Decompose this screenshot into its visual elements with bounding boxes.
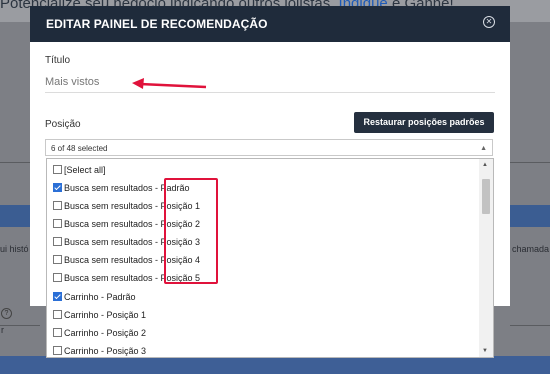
option-label: Carrinho - Posição 3 (64, 346, 147, 356)
checkbox-icon[interactable] (53, 310, 62, 319)
background-bottom-band (0, 356, 550, 374)
list-item[interactable]: Carrinho - Posição 1 (53, 307, 146, 324)
titulo-underline (45, 92, 495, 93)
titulo-label: Título (45, 55, 71, 66)
select-summary: 6 of 48 selected (51, 144, 108, 153)
list-item[interactable]: Carrinho - Padrão (53, 289, 136, 306)
background-bottom-text: r (1, 325, 4, 335)
position-multiselect[interactable]: 6 of 48 selected ▲ (45, 139, 493, 156)
titulo-input[interactable]: Mais vistos (45, 76, 99, 88)
background-left-text: ui histó (0, 244, 29, 254)
modal-header: EDITAR PAINEL DE RECOMENDAÇÃO ✕ (30, 6, 510, 42)
background-right-text: chamada (512, 244, 550, 254)
list-item[interactable]: Carrinho - Posição 3 (53, 343, 147, 357)
posicao-label: Posição (45, 119, 81, 130)
option-label: Carrinho - Posição 1 (64, 310, 147, 320)
option-select-all[interactable]: [Select all] (53, 162, 106, 179)
background-divider (510, 325, 550, 326)
checkbox-icon[interactable] (53, 201, 62, 210)
option-label: Carrinho - Padrão (64, 292, 136, 302)
list-item[interactable]: Carrinho - Posição 2 (53, 325, 146, 342)
scrollbar-thumb[interactable] (482, 179, 490, 214)
caret-up-icon: ▲ (480, 145, 487, 152)
option-label: Carrinho - Posição 2 (64, 328, 147, 338)
checkbox-icon[interactable] (53, 346, 62, 355)
checkbox-icon[interactable] (53, 255, 62, 264)
background-divider (510, 162, 550, 163)
checkbox-icon[interactable] (53, 328, 62, 337)
help-icon: ? (1, 308, 12, 319)
option-label: [Select all] (64, 165, 106, 175)
scroll-up-icon[interactable]: ▲ (482, 162, 488, 168)
restore-default-positions-button[interactable]: Restaurar posições padrões (354, 112, 494, 133)
checkbox-checked-icon[interactable] (53, 183, 62, 192)
checkbox-icon[interactable] (53, 219, 62, 228)
modal-title: EDITAR PAINEL DE RECOMENDAÇÃO (46, 17, 268, 31)
dropdown-scrollbar[interactable]: ▲ ▼ (479, 159, 493, 357)
checkbox-checked-icon[interactable] (53, 292, 62, 301)
background-divider (0, 325, 40, 326)
annotation-highlight-box (164, 178, 218, 284)
position-dropdown-list: [Select all] Busca sem resultados - Padr… (46, 158, 494, 358)
background-divider (0, 162, 30, 163)
scroll-down-icon[interactable]: ▼ (482, 348, 488, 354)
checkbox-icon[interactable] (53, 273, 62, 282)
checkbox-icon[interactable] (53, 237, 62, 246)
annotation-arrow-icon (132, 78, 207, 89)
close-icon[interactable]: ✕ (483, 16, 495, 28)
checkbox-icon[interactable] (53, 165, 62, 174)
